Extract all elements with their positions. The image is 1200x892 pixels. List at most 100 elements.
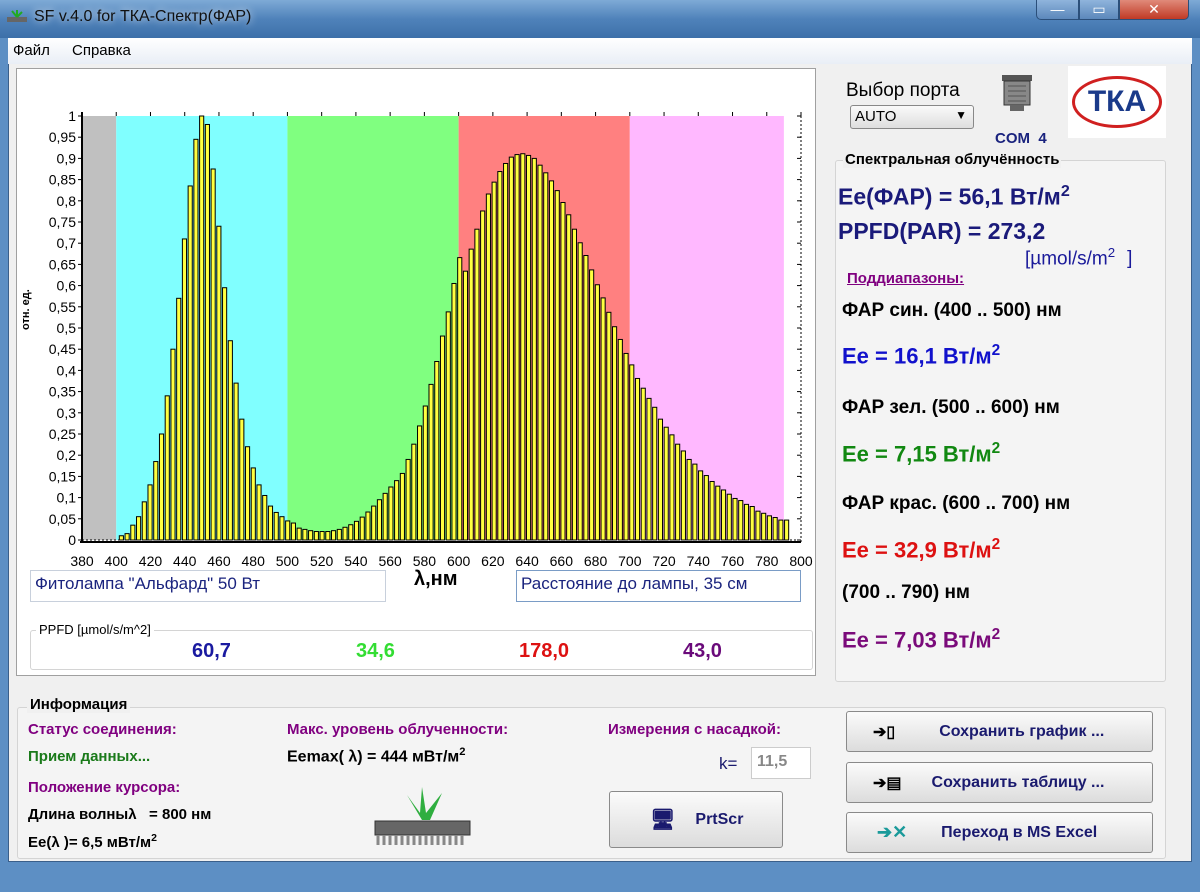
bar	[216, 225, 222, 541]
bar	[147, 484, 153, 541]
bar	[422, 405, 428, 541]
x-tick-label: 760	[721, 553, 745, 568]
x-tick-label: 580	[413, 553, 437, 568]
x-tick-label: 560	[378, 553, 402, 568]
bar	[543, 172, 549, 541]
x-tick-label: 600	[447, 553, 471, 568]
y-tick-label: 0,95	[49, 129, 76, 145]
bar	[623, 352, 629, 541]
bar	[537, 164, 543, 541]
x-tick-label: 780	[755, 553, 779, 568]
bar	[743, 503, 750, 541]
bar	[634, 377, 641, 541]
bar	[669, 434, 675, 541]
bar	[514, 154, 520, 541]
ppfd-red-value: 178,0	[519, 640, 570, 662]
bar	[348, 524, 354, 541]
x-tick-label: 480	[242, 553, 266, 568]
bar	[566, 214, 572, 541]
prtscr-button[interactable]: 🖥 PrtScr	[609, 791, 783, 848]
bar	[118, 535, 124, 541]
ppfd-green-value: 34,6	[356, 640, 395, 662]
bar	[187, 185, 193, 541]
x-tick-label: 420	[139, 553, 163, 568]
bar	[199, 115, 205, 541]
bar	[457, 257, 463, 541]
bar	[560, 201, 566, 541]
ppfd-title: PPFD [µmol/s/m^2]	[36, 622, 154, 637]
k-label: k=	[719, 754, 738, 773]
x-tick-label: 720	[652, 553, 676, 568]
bar	[434, 360, 440, 541]
bar	[227, 340, 233, 541]
ppfd-farred-value: 43,0	[683, 640, 722, 662]
bar	[164, 395, 170, 541]
bar	[267, 505, 274, 541]
bar	[445, 311, 451, 541]
bar	[738, 500, 744, 541]
bar	[577, 242, 583, 541]
bar	[439, 335, 446, 541]
spectrum-chart[interactable]: 0 0,05 0,1 0,15 0,2 0,25 0,3 0,35 0,4 0,45 0,5 0,55…	[16, 68, 816, 568]
bar	[222, 287, 228, 541]
bar	[359, 516, 365, 541]
bar	[296, 527, 302, 541]
y-tick-label: 0,8	[57, 193, 77, 209]
y-tick-label: 0	[68, 532, 76, 548]
save-chart-button[interactable]: ➔▯ Сохранить график ...	[846, 711, 1153, 752]
bar	[692, 463, 698, 541]
distance-input[interactable]: Расстояние до лампы, 35 см	[516, 570, 801, 602]
port-select[interactable]: AUTO ▼	[850, 105, 974, 129]
bar	[703, 475, 709, 541]
save-chart-icon: ➔▯	[873, 723, 896, 741]
close-button[interactable]: ✕	[1119, 0, 1189, 20]
bar	[480, 210, 486, 541]
bar	[554, 190, 560, 541]
save-table-button[interactable]: ➔▤ Сохранить таблицу ...	[846, 762, 1153, 803]
bar	[474, 228, 480, 541]
bar	[353, 520, 360, 541]
y-tick-label: 0,45	[49, 341, 76, 357]
minimize-button[interactable]: —	[1036, 0, 1079, 20]
bar	[256, 484, 262, 541]
y-tick-label: 1	[68, 108, 76, 124]
bar	[417, 425, 423, 541]
y-tick-label: 0,7	[57, 235, 77, 251]
menu-file[interactable]: Файл	[13, 42, 50, 59]
x-tick-label: 800	[789, 553, 813, 568]
bar	[336, 528, 342, 541]
bar	[657, 418, 664, 541]
bar	[503, 162, 509, 541]
maximize-button[interactable]: ▭	[1079, 0, 1119, 20]
y-tick-label: 0,3	[57, 405, 77, 421]
bar	[136, 516, 142, 541]
bar	[772, 517, 778, 541]
chip-plant-icon	[374, 787, 471, 845]
bar	[606, 311, 612, 541]
lamp-name-input[interactable]: Фитолампа "Альфард" 50 Вт	[30, 570, 386, 602]
com-port-label: COM 4	[995, 130, 1047, 147]
bar	[365, 511, 371, 541]
bar	[262, 494, 268, 541]
bar	[497, 171, 503, 541]
bar	[520, 153, 526, 541]
status-value: Прием данных...	[28, 748, 151, 765]
x-tick-label: 640	[515, 553, 539, 568]
x-tick-label: 540	[344, 553, 368, 568]
bar	[382, 492, 388, 541]
bar	[525, 154, 532, 541]
bar	[399, 472, 405, 541]
x-tick-label: 400	[105, 553, 129, 568]
y-tick-label: 0,35	[49, 384, 76, 400]
x-tick-label: 700	[618, 553, 642, 568]
app-chip-icon	[7, 10, 27, 22]
bar	[508, 156, 514, 541]
bar	[755, 510, 761, 541]
range-red-label: ФАР крас. (600 .. 700) нм	[842, 493, 1071, 514]
bar	[571, 228, 577, 541]
excel-button[interactable]: ➔✕ Переход в MS Excel	[846, 812, 1153, 853]
menu-help[interactable]: Справка	[72, 42, 131, 59]
k-input[interactable]: 11,5	[751, 747, 811, 779]
bar	[749, 506, 755, 541]
bar	[371, 505, 377, 541]
